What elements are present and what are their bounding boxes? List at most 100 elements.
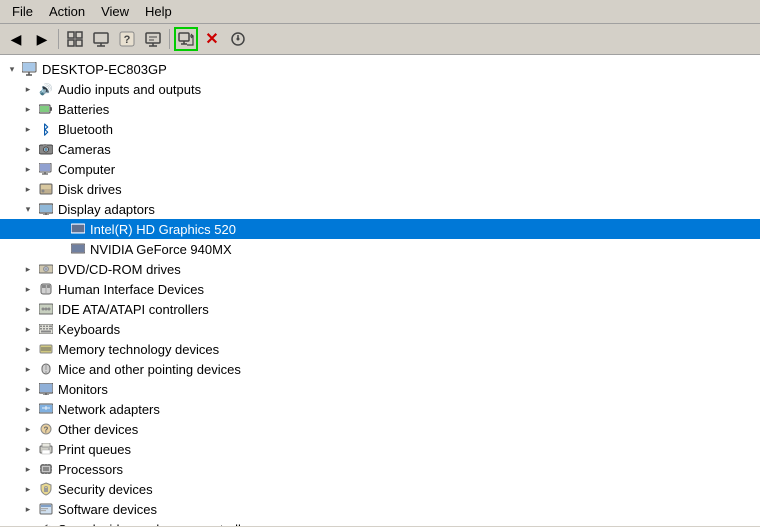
other-label: Other devices (58, 422, 138, 437)
intel-graphics-label: Intel(R) HD Graphics 520 (90, 222, 236, 237)
tree-item-sound[interactable]: Sound, video and game controllers (0, 519, 760, 526)
menu-file[interactable]: File (4, 2, 41, 21)
batteries-icon (38, 101, 54, 117)
computer-label: Computer (58, 162, 115, 177)
menu-help[interactable]: Help (137, 2, 180, 21)
tree-item-network[interactable]: Network adapters (0, 399, 760, 419)
tree-item-processors[interactable]: Processors (0, 459, 760, 479)
menubar: File Action View Help (0, 0, 760, 24)
expander-software[interactable] (20, 501, 36, 517)
security-label: Security devices (58, 482, 153, 497)
mice-icon (38, 361, 54, 377)
hid-icon (38, 281, 54, 297)
network-label: Network adapters (58, 402, 160, 417)
tree-item-bluetooth[interactable]: ᛒ Bluetooth (0, 119, 760, 139)
keyboards-icon (38, 321, 54, 337)
toolbar: ◀ ▶ ? ✕ (0, 24, 760, 55)
tree-item-diskdrives[interactable]: Disk drives (0, 179, 760, 199)
nvidia-icon (70, 241, 86, 257)
tree-item-memory[interactable]: Memory technology devices (0, 339, 760, 359)
expander-monitors[interactable] (20, 381, 36, 397)
tree-item-software[interactable]: Software devices (0, 499, 760, 519)
expander-network[interactable] (20, 401, 36, 417)
tree-item-hid[interactable]: Human Interface Devices (0, 279, 760, 299)
forward-button[interactable]: ▶ (30, 27, 54, 51)
expander-hid[interactable] (20, 281, 36, 297)
menu-view[interactable]: View (93, 2, 137, 21)
expander-keyboards[interactable] (20, 321, 36, 337)
tree-item-mice[interactable]: Mice and other pointing devices (0, 359, 760, 379)
cameras-icon (38, 141, 54, 157)
expander-mice[interactable] (20, 361, 36, 377)
show-hide-button[interactable] (63, 27, 87, 51)
displayadaptors-icon (38, 201, 54, 217)
scan-hardware-button[interactable] (226, 27, 250, 51)
computer-category-icon (38, 161, 54, 177)
tree-root-node[interactable]: DESKTOP-EC803GP (0, 59, 760, 79)
computer-icon (22, 61, 38, 77)
expander-security[interactable] (20, 481, 36, 497)
tree-item-keyboards[interactable]: Keyboards (0, 319, 760, 339)
expander-displayadaptors[interactable] (20, 201, 36, 217)
batteries-label: Batteries (58, 102, 109, 117)
expander-batteries[interactable] (20, 101, 36, 117)
expander-other[interactable] (20, 421, 36, 437)
expander-sound[interactable] (20, 521, 36, 526)
properties-button[interactable] (141, 27, 165, 51)
network-scan-button[interactable] (174, 27, 198, 51)
tree-item-security[interactable]: Security devices (0, 479, 760, 499)
toolbar-separator-2 (169, 29, 170, 49)
expander-print[interactable] (20, 441, 36, 457)
cameras-label: Cameras (58, 142, 111, 157)
keyboards-label: Keyboards (58, 322, 120, 337)
tree-item-monitors[interactable]: Monitors (0, 379, 760, 399)
expander-bluetooth[interactable] (20, 121, 36, 137)
expander-memory[interactable] (20, 341, 36, 357)
back-button[interactable]: ◀ (4, 27, 28, 51)
expander-processors[interactable] (20, 461, 36, 477)
memory-label: Memory technology devices (58, 342, 219, 357)
tree-item-displayadaptors[interactable]: Display adaptors (0, 199, 760, 219)
other-icon: ? (38, 421, 54, 437)
device-manager-tree: DESKTOP-EC803GP Audio inputs and outputs… (0, 55, 760, 526)
tree-item-intel-graphics[interactable]: Intel(R) HD Graphics 520 (0, 219, 760, 239)
expander-root[interactable] (4, 61, 20, 77)
diskdrives-label: Disk drives (58, 182, 122, 197)
expander-audio[interactable] (20, 81, 36, 97)
root-label: DESKTOP-EC803GP (42, 62, 167, 77)
expander-dvd[interactable] (20, 261, 36, 277)
diskdrives-icon (38, 181, 54, 197)
tree-item-other[interactable]: ? Other devices (0, 419, 760, 439)
tree-item-ide[interactable]: IDE ATA/ATAPI controllers (0, 299, 760, 319)
tree-item-print[interactable]: Print queues (0, 439, 760, 459)
network-icon (38, 401, 54, 417)
tree-item-nvidia[interactable]: NVIDIA GeForce 940MX (0, 239, 760, 259)
menu-action[interactable]: Action (41, 2, 93, 21)
up-button[interactable] (89, 27, 113, 51)
software-label: Software devices (58, 502, 157, 517)
processors-label: Processors (58, 462, 123, 477)
help-button[interactable]: ? (115, 27, 139, 51)
ide-label: IDE ATA/ATAPI controllers (58, 302, 209, 317)
uninstall-button[interactable]: ✕ (200, 27, 224, 51)
tree-item-dvd[interactable]: DVD/CD-ROM drives (0, 259, 760, 279)
expander-ide[interactable] (20, 301, 36, 317)
monitors-label: Monitors (58, 382, 108, 397)
expander-intel (52, 221, 68, 237)
memory-icon (38, 341, 54, 357)
processors-icon (38, 461, 54, 477)
audio-icon (38, 81, 54, 97)
expander-computer[interactable] (20, 161, 36, 177)
bluetooth-label: Bluetooth (58, 122, 113, 137)
expander-diskdrives[interactable] (20, 181, 36, 197)
print-label: Print queues (58, 442, 131, 457)
monitors-icon (38, 381, 54, 397)
expander-cameras[interactable] (20, 141, 36, 157)
tree-item-batteries[interactable]: Batteries (0, 99, 760, 119)
dvd-label: DVD/CD-ROM drives (58, 262, 181, 277)
tree-item-audio[interactable]: Audio inputs and outputs (0, 79, 760, 99)
security-icon (38, 481, 54, 497)
svg-text:?: ? (44, 426, 49, 435)
tree-item-cameras[interactable]: Cameras (0, 139, 760, 159)
tree-item-computer[interactable]: Computer (0, 159, 760, 179)
